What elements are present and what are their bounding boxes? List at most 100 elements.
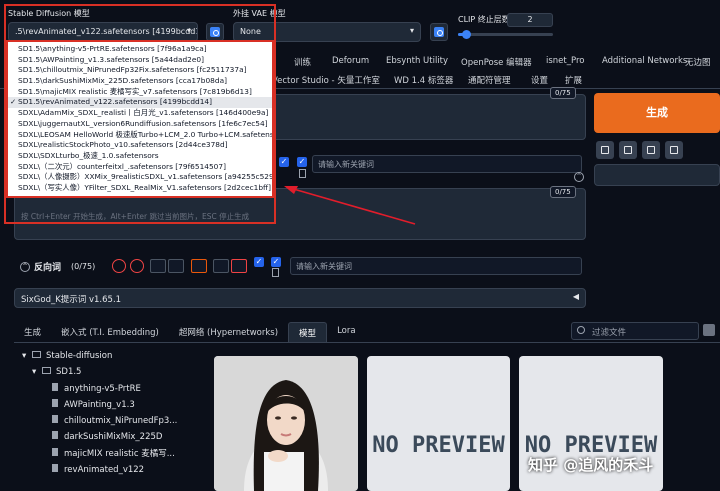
tab-additional-networks[interactable]: Additional Networks [602,56,687,68]
tab-settings[interactable]: 设置 [531,74,565,86]
copy-icon [299,169,306,178]
list-item[interactable]: AWPainting_v1.3 [22,397,202,413]
filter-input[interactable]: 过滤文件 [571,322,699,340]
model-option-label: SD1.5\darkSushiMixMix_225D.safetensors [… [18,76,227,86]
tab-deforum[interactable]: Deforum [332,56,386,68]
file-icon [52,464,58,473]
vae-select[interactable]: None ▾ [233,22,421,42]
negative-count: (0/75) [71,262,96,271]
file-label: chilloutmix_NiPrunedFp3... [64,416,178,427]
clip-slider[interactable] [458,30,553,39]
tab-extensions[interactable]: 扩展 [565,74,582,86]
tab-embedding[interactable]: 嵌入式 (T.I. Embedding) [51,322,169,342]
model-option[interactable]: SDXL\realisticStockPhoto_v10.safetensors… [8,140,272,151]
list-item[interactable]: chilloutmix_NiPrunedFp3... [22,413,202,429]
file-icon [52,415,58,424]
sixgod-label: SixGod_K提示词 v1.65.1 [21,295,122,305]
read-params-button[interactable] [596,141,614,159]
model-option[interactable]: SDXL\（二次元）counterfeitxl_.safetensors [79… [8,162,272,173]
tab-wd14-tagger[interactable]: WD 1.4 标签器 [394,74,468,86]
model-card-no-preview-1[interactable]: NO PREVIEW [367,356,510,491]
tab-openpose[interactable]: OpenPose 编辑器 [461,56,546,68]
model-option[interactable]: SD1.5\darkSushiMixMix_225D.safetensors [… [8,76,272,87]
list-item[interactable]: revAnimated_v122 [22,462,202,478]
tabs-row-2: Vector Studio - 矢量工作室 WD 1.4 标签器 通配符管理 设… [272,74,720,86]
model-dropdown-list[interactable]: SD1.5\anything-v5-PrtRE.safetensors [7f9… [6,40,274,198]
file-label: majicMIX realistic 麦橘写... [64,448,175,459]
chevron-down-icon: ▾ [409,26,414,35]
clip-slider-thumb[interactable] [462,30,471,39]
positive-keyword-input[interactable]: 请输入新关键词 [312,155,582,173]
arrow-icon [601,146,609,154]
positive-checkbox-2[interactable]: ✓ [297,157,307,167]
file-tree: ▾ Stable-diffusion ▾ SD1.5 anything-v5-Prt… [22,348,202,478]
negative-checkbox-2[interactable]: ✓ [271,257,281,267]
model-option[interactable]: SDXL\AdamMix_SDXL_realisti丨白月光_v1.safete… [8,108,272,119]
model-select-value: .5\revAnimated_v122.safetensors [4199bcd… [15,27,198,36]
model-option-label: SDXL\（二次元）counterfeitxl_.safetensors [79… [18,161,226,171]
tab-vector-studio[interactable]: Vector Studio - 矢量工作室 [272,74,394,86]
model-option[interactable]: SD1.5\AWPainting_v1.3.safetensors [5a44d… [8,55,272,66]
model-option-label: SDXL\realisticStockPhoto_v10.safetensors… [18,140,228,150]
history-button[interactable] [150,259,166,273]
trash-icon[interactable] [231,259,247,273]
paste-button[interactable] [619,141,637,159]
model-option[interactable]: SD1.5\anything-v5-PrtRE.safetensors [7f9… [8,44,272,55]
tree-root[interactable]: ▾ Stable-diffusion [22,348,202,364]
clipboard-icon [670,146,678,154]
tab-models[interactable]: 模型 [288,322,328,342]
negative-token-counter: 0/75 [550,186,576,198]
clip-number-input[interactable]: 2 [507,13,553,27]
sixgod-accordion[interactable]: SixGod_K提示词 v1.65.1 ◀ [14,288,586,308]
file-label: anything-v5-PrtRE [64,383,141,394]
tab-ebsynth[interactable]: Ebsynth Utility [386,56,461,68]
tab-infinite-image[interactable]: 无边图 [685,56,711,68]
collapse-icon: ^ [20,261,30,272]
chevron-down-icon: ▾ [22,351,27,361]
model-option[interactable]: SDXL\（人像摄影）XXMix_9realisticSDXL_v1.safet… [8,172,272,183]
file-icon [52,431,58,440]
translate-button[interactable] [191,259,207,273]
generate-button[interactable]: 生成 [594,93,720,133]
list-item[interactable]: anything-v5-PrtRE [22,381,202,397]
tab-isnet[interactable]: isnet_Pro [546,56,602,68]
refresh-icon [210,27,220,37]
list-item[interactable]: darkSushiMixMix_225D [22,429,202,445]
favorite-button[interactable] [168,259,184,273]
model-option[interactable]: SDXL\juggernautXL_version6Rundiffusion.s… [8,119,272,130]
model-select[interactable]: .5\revAnimated_v122.safetensors [4199bcd… [8,22,198,42]
negative-header[interactable]: ^ 反向词 (0/75) [20,260,95,273]
model-option-label: SDXL\SDXLturbo_极速_1.0.safetensors [18,150,159,160]
model-option[interactable]: SDXL\（写实人像）YFilter_SDXL_RealMix_V1.safet… [8,183,272,194]
tree-folder[interactable]: ▾ SD1.5 [22,364,202,380]
refresh-vae-button[interactable] [430,23,448,41]
negative-checkbox-1[interactable]: ✓ [254,257,264,267]
clipboard-button[interactable] [665,141,683,159]
refresh-model-button[interactable] [206,23,224,41]
tab-wildcards[interactable]: 通配符管理 [468,74,531,86]
styles-select[interactable] [594,164,720,186]
swap-button[interactable] [213,259,229,273]
arrow-head [284,186,298,194]
model-option[interactable]: SD1.5\chilloutmix_NiPrunedFp32Fix.safete… [8,65,272,76]
tab-train[interactable]: 训练 [294,56,332,68]
clear-button-2[interactable] [130,259,144,273]
model-option[interactable]: ✓ SD1.5\revAnimated_v122.safetensors [419… [8,97,272,109]
model-option[interactable]: SDXL\LEOSAM HelloWorld 极速版Turbo+LCM_2.0 … [8,130,272,141]
model-option[interactable]: SD1.5\majicMIX realistic 麦橘写实_v7.safeten… [8,87,272,98]
negative-keyword-input[interactable]: 请输入新关键词 [290,257,582,275]
trash-button[interactable] [642,141,660,159]
tab-lora[interactable]: Lora [327,322,366,342]
view-toggle[interactable] [703,324,715,336]
positive-token-counter: 0/75 [550,87,576,99]
positive-checkbox-1[interactable]: ✓ [279,157,289,167]
bottom-tabs: 生成 嵌入式 (T.I. Embedding) 超网络 (Hypernetwor… [14,322,534,342]
tab-hypernetworks[interactable]: 超网络 (Hypernetworks) [169,322,288,342]
collapse-icon[interactable]: ^ [574,172,584,182]
model-option[interactable]: SDXL\SDXLturbo_极速_1.0.safetensors [8,151,272,162]
model-card-preview[interactable] [214,356,358,491]
clear-button[interactable] [112,259,126,273]
list-item[interactable]: majicMIX realistic 麦橘写... [22,446,202,462]
tab-generate[interactable]: 生成 [14,322,51,342]
filter-placeholder: 过滤文件 [592,328,627,338]
